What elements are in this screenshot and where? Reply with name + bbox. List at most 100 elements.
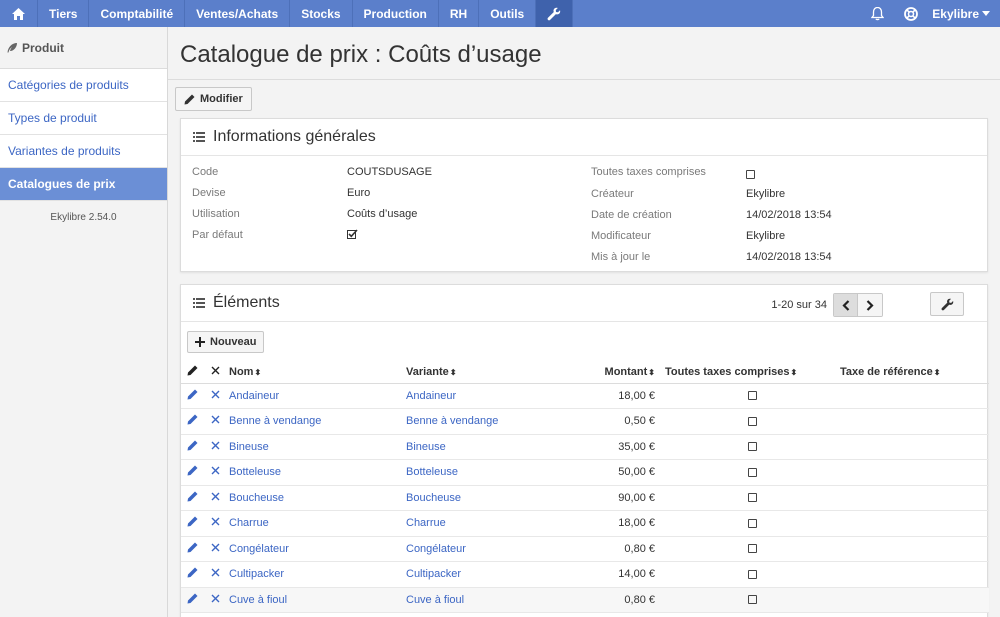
column-header-ttc[interactable]: Toutes taxes comprises⬍: [665, 361, 840, 384]
new-element-button[interactable]: Nouveau: [187, 331, 265, 353]
row-variante-link[interactable]: Boucheuse: [406, 492, 461, 504]
nav-comptabilite[interactable]: Comptabilité: [89, 0, 186, 27]
home-icon: [12, 7, 25, 20]
sidebar-item-categories[interactable]: Catégories de produits: [0, 69, 167, 102]
unchecked-checkbox-icon: [748, 416, 757, 426]
row-nom-link[interactable]: Cultipacker: [229, 568, 284, 580]
column-header-variante[interactable]: Variante⬍: [406, 361, 583, 384]
pencil-icon: [187, 365, 198, 376]
table-row: Congélateur Congélateur 0,80 €: [181, 536, 989, 562]
user-name: Ekylibre: [932, 6, 979, 21]
row-montant: 35,00 €: [583, 434, 665, 460]
delete-row-button[interactable]: [205, 434, 229, 460]
table-settings-button[interactable]: [930, 292, 964, 316]
sidebar-item-variantes[interactable]: Variantes de produits: [0, 135, 167, 168]
row-nom-link[interactable]: Bineuse: [229, 441, 269, 453]
unchecked-checkbox-icon: [748, 544, 757, 554]
nav-production[interactable]: Production: [353, 0, 439, 27]
row-montant: 18,00 €: [583, 383, 665, 409]
previous-page-button[interactable]: [834, 294, 858, 316]
row-nom-link[interactable]: Cuve à fioul: [229, 594, 287, 606]
top-navbar: Tiers Comptabilité Ventes/Achats Stocks …: [0, 0, 1000, 27]
checked-checkbox-icon: [347, 229, 358, 239]
nav-outils[interactable]: Outils: [479, 0, 537, 27]
edit-row-button[interactable]: [181, 510, 205, 537]
row-montant: 18,00 €: [583, 510, 665, 537]
edit-row-button[interactable]: [181, 383, 205, 409]
row-montant: 90,00 €: [583, 485, 665, 511]
row-variante-link[interactable]: Congélateur: [406, 543, 466, 555]
row-variante-link[interactable]: Andaineur: [406, 390, 456, 402]
row-variante-link[interactable]: Botteleuse: [406, 466, 458, 478]
help-button[interactable]: [894, 0, 928, 27]
column-header-montant[interactable]: Montant⬍: [583, 361, 665, 384]
pencil-icon: [187, 567, 198, 578]
unchecked-checkbox-icon: [748, 493, 757, 503]
edit-row-button[interactable]: [181, 561, 205, 588]
delete-row-button[interactable]: [205, 485, 229, 511]
unchecked-checkbox-icon: [746, 169, 755, 179]
info-label-mis-a-jour: Mis à jour le: [591, 251, 651, 263]
table-row: Boucheuse Boucheuse 90,00 €: [181, 485, 989, 511]
row-variante-link[interactable]: Cultipacker: [406, 568, 461, 580]
home-button[interactable]: [0, 0, 38, 27]
pencil-icon: [187, 542, 198, 553]
row-variante-link[interactable]: Bineuse: [406, 441, 446, 453]
edit-row-button[interactable]: [181, 485, 205, 511]
column-label-montant: Montant: [604, 365, 648, 378]
list-icon: [193, 132, 205, 142]
sidebar-title: Produit: [0, 27, 167, 69]
sort-icon: ⬍: [449, 367, 457, 377]
row-montant: 0,50 €: [583, 408, 665, 435]
next-page-button[interactable]: [858, 294, 882, 316]
edit-row-button[interactable]: [181, 459, 205, 486]
pencil-icon: [187, 593, 198, 604]
nav-tiers[interactable]: Tiers: [38, 0, 90, 27]
notifications-button[interactable]: [860, 0, 894, 27]
row-ttc: [665, 434, 840, 460]
delete-row-button[interactable]: [205, 561, 229, 588]
delete-row-button[interactable]: [205, 587, 229, 613]
delete-row-button[interactable]: [205, 536, 229, 562]
info-label-createur: Créateur: [591, 188, 634, 200]
table-row: Benne à vendange Benne à vendange 0,50 €: [181, 408, 989, 435]
edit-row-button[interactable]: [181, 587, 205, 613]
nav-rh[interactable]: RH: [439, 0, 480, 27]
delete-row-button[interactable]: [205, 459, 229, 486]
close-icon: [211, 466, 220, 475]
column-header-nom[interactable]: Nom⬍: [229, 361, 406, 384]
caret-down-icon: [982, 10, 990, 16]
row-ttc: [665, 536, 840, 562]
row-nom-link[interactable]: Charrue: [229, 517, 269, 529]
delete-row-button[interactable]: [205, 383, 229, 409]
nav-stocks[interactable]: Stocks: [290, 0, 353, 27]
row-variante-link[interactable]: Benne à vendange: [406, 415, 498, 427]
pencil-icon: [184, 94, 195, 104]
nav-ventes-achats[interactable]: Ventes/Achats: [185, 0, 291, 27]
sort-icon: ⬍: [790, 367, 798, 377]
edit-row-button[interactable]: [181, 434, 205, 460]
user-menu[interactable]: Ekylibre: [928, 7, 1000, 21]
bell-icon: [870, 6, 884, 20]
row-variante-link[interactable]: Charrue: [406, 517, 446, 529]
edit-row-button[interactable]: [181, 408, 205, 435]
row-nom-link[interactable]: Boucheuse: [229, 492, 284, 504]
row-variante-link[interactable]: Cuve à fioul: [406, 594, 464, 606]
row-nom-link[interactable]: Congélateur: [229, 543, 289, 555]
delete-row-button[interactable]: [205, 510, 229, 537]
nav-settings[interactable]: [536, 0, 574, 27]
unchecked-checkbox-icon: [748, 595, 757, 605]
chevron-left-icon: [841, 299, 849, 311]
sidebar-item-catalogues[interactable]: Catalogues de prix: [0, 168, 167, 201]
wrench-icon: [941, 298, 953, 310]
sidebar-item-types[interactable]: Types de produit: [0, 102, 167, 135]
row-nom-link[interactable]: Benne à vendange: [229, 415, 321, 427]
column-header-taxe[interactable]: Taxe de référence⬍: [840, 361, 989, 384]
row-nom-link[interactable]: Botteleuse: [229, 466, 281, 478]
delete-row-button[interactable]: [205, 408, 229, 435]
pencil-icon: [187, 491, 198, 502]
edit-button[interactable]: Modifier: [175, 87, 252, 111]
row-nom-link[interactable]: Andaineur: [229, 390, 279, 402]
edit-row-button[interactable]: [181, 536, 205, 562]
row-taxe: [840, 510, 989, 537]
